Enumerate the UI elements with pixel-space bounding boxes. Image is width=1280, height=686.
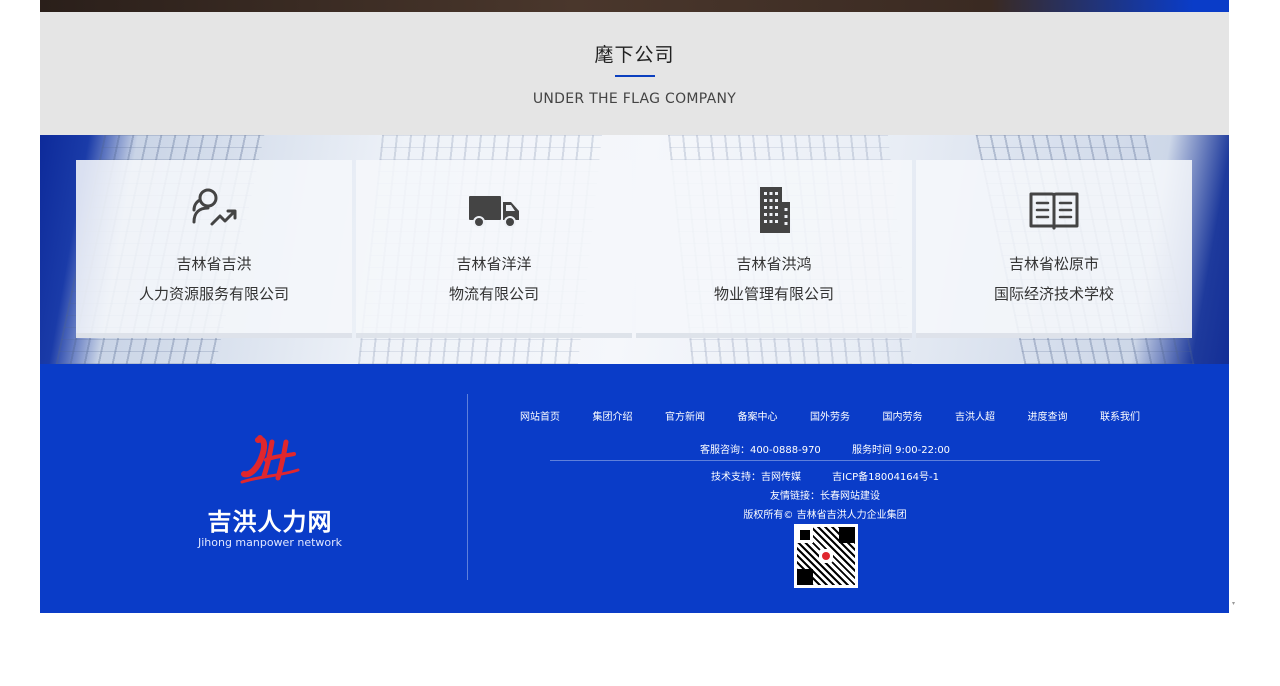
tech-support: 技术支持：吉网传媒 (710, 472, 801, 483)
company-cards: 吉林省吉洪 人力资源服务有限公司 吉林省洋洋 物流有限公司 吉林省洪鸿 物业管理… (76, 160, 1193, 338)
company-name-line2: 物流有限公司 (448, 285, 539, 303)
company-name-line1: 吉林省吉洪 (176, 255, 252, 273)
footer-nav-contact[interactable]: 联系我们 (1100, 408, 1140, 423)
section-subtitle: UNDER THE FLAG COMPANY (532, 91, 737, 107)
footer-nav-progress[interactable]: 进度查询 (1028, 408, 1068, 423)
qr-code (794, 524, 858, 588)
footer-nav-about[interactable]: 集团介绍 (593, 408, 633, 423)
company-card-logistics[interactable]: 吉林省洋洋 物流有限公司 (356, 160, 632, 338)
section-underline (615, 75, 655, 77)
jh-logo-icon (240, 435, 300, 484)
support-info: 技术支持：吉网传媒 吉ICP备18004164号-1 (500, 468, 1150, 483)
company-name-line1: 吉林省洋洋 (456, 255, 532, 273)
footer-nav-news[interactable]: 官方新闻 (665, 408, 705, 423)
company-name-line1: 吉林省洪鸿 (736, 255, 812, 273)
site-logo[interactable]: 吉洪人力网 Jihong manpower network (190, 434, 350, 554)
copyright-row: 版权所有© 吉林省吉洪人力企业集团 (500, 506, 1150, 521)
hotline: 客服咨询：400-0888-970 (699, 445, 821, 456)
truck-icon (469, 196, 519, 228)
service-hours: 服务时间 9:00-22:00 (851, 445, 951, 456)
company-card-school[interactable]: 吉林省松原市 国际经济技术学校 (916, 160, 1192, 338)
qr-code-pattern (797, 527, 855, 585)
icp-number[interactable]: 吉ICP备18004164号-1 (832, 472, 939, 483)
company-name-line1: 吉林省松原市 (1008, 255, 1099, 273)
company-card-hr[interactable]: 吉林省吉洪 人力资源服务有限公司 (76, 160, 352, 338)
page: 麾下公司 UNDER THE FLAG COMPANY 吉林省吉洪 人力资源服务… (0, 0, 1280, 686)
footer-nav: 网站首页 集团介绍 官方新闻 备案中心 国外劳务 国内劳务 吉洪人超 进度查询 … (520, 408, 1140, 423)
friend-link[interactable]: 友情链接：长春网站建设 (770, 491, 880, 502)
company-name-line2: 物业管理有限公司 (713, 285, 834, 303)
building-icon (760, 187, 790, 233)
footer-nav-jihong-market[interactable]: 吉洪人超 (955, 408, 995, 423)
company-name-line2: 人力资源服务有限公司 (138, 285, 289, 303)
section-title: 麾下公司 (594, 44, 675, 66)
footer: 吉洪人力网 Jihong manpower network 网站首页 集团介绍 … (40, 364, 1229, 613)
company-card-property[interactable]: 吉林省洪鸿 物业管理有限公司 (636, 160, 912, 338)
copyright: 版权所有© 吉林省吉洪人力企业集团 (743, 510, 907, 521)
top-photo-strip (40, 0, 1229, 12)
footer-nav-home[interactable]: 网站首页 (520, 408, 560, 423)
logo-name: 吉洪人力网 (207, 508, 333, 536)
logo-english-name: Jihong manpower network (197, 536, 343, 549)
footer-nav-domestic-labor[interactable]: 国内劳务 (883, 408, 923, 423)
company-name-line2: 国际经济技术学校 (993, 285, 1114, 303)
footer-hline (550, 460, 1100, 461)
qr-logo-icon (819, 549, 833, 563)
footer-divider (467, 394, 468, 580)
companies-banner: 吉林省吉洪 人力资源服务有限公司 吉林省洋洋 物流有限公司 吉林省洪鸿 物业管理… (40, 135, 1229, 364)
scroll-down-icon: ▾ (1232, 600, 1236, 607)
footer-nav-overseas-labor[interactable]: 国外劳务 (810, 408, 850, 423)
footer-nav-filing[interactable]: 备案中心 (738, 408, 778, 423)
contact-info: 客服咨询：400-0888-970 服务时间 9:00-22:00 (500, 441, 1150, 456)
section-header: 麾下公司 UNDER THE FLAG COMPANY (40, 12, 1229, 135)
book-icon (1029, 192, 1079, 230)
friend-links: 友情链接：长春网站建设 (500, 487, 1150, 502)
content-frame: 麾下公司 UNDER THE FLAG COMPANY 吉林省吉洪 人力资源服务… (40, 0, 1229, 613)
people-growth-icon (192, 188, 237, 226)
